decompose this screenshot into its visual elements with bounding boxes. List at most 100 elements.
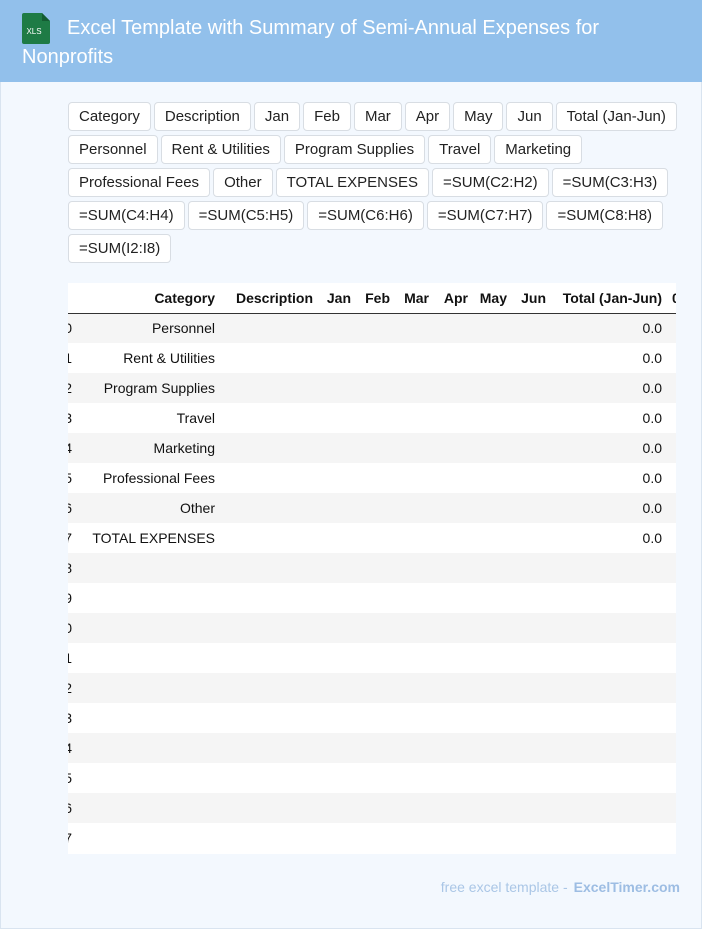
table-cell (220, 703, 318, 733)
table-cell (667, 313, 676, 343)
table-cell (473, 523, 512, 553)
table-row: 7 TOTAL EXPENSES 0.0 (68, 523, 676, 553)
table-cell (220, 433, 318, 463)
table-header-row: Category Description Jan Feb Mar Apr May Jun Tot… (68, 283, 676, 314)
table-cell (667, 373, 676, 403)
table-cell (473, 493, 512, 523)
tag-item[interactable]: =SUM(C7:H7) (426, 201, 544, 230)
table-cell: Rent & Utilities (123, 350, 215, 366)
table-row: 4 Marketing 0.0 (68, 433, 676, 463)
table-cell (667, 463, 676, 493)
tag-item[interactable]: Apr (404, 102, 451, 131)
table-cell (551, 703, 667, 733)
table-cell (356, 433, 395, 463)
table-cell (72, 583, 220, 613)
tag-item[interactable]: =SUM(I2:I8) (68, 234, 172, 263)
table-row: 2 Program Supplies 0.0 (68, 373, 676, 403)
table-cell (512, 493, 551, 523)
tag-item[interactable]: Feb (303, 102, 351, 131)
table-cell (318, 583, 356, 613)
table-cell (512, 463, 551, 493)
table-cell (667, 823, 676, 853)
table-cell (356, 793, 395, 823)
table-cell (318, 733, 356, 763)
table-cell (395, 793, 434, 823)
tag-item[interactable]: Mar (353, 102, 402, 131)
tag-item[interactable]: Jan (253, 102, 301, 131)
tag-item[interactable]: Other (213, 168, 273, 197)
table-cell: Personnel (72, 313, 220, 343)
tag-item[interactable]: Category (68, 102, 151, 131)
table-cell (551, 583, 667, 613)
table-cell (473, 463, 512, 493)
table-cell: 0.0 (551, 433, 667, 463)
tag-item[interactable]: Travel (428, 135, 492, 164)
table-cell (318, 403, 356, 433)
table-row: 6 Other 0.0 (68, 493, 676, 523)
table-cell (667, 433, 676, 463)
table-cell (434, 643, 473, 673)
table-cell (356, 463, 395, 493)
tag-item[interactable]: =SUM(C4:H4) (68, 201, 185, 230)
table-cell (473, 643, 512, 673)
table-cell (551, 823, 667, 853)
tag-item[interactable]: Total (Jan-Jun) (555, 102, 677, 131)
table-row: 5 Professional Fees 0.0 (68, 463, 676, 493)
table-cell (667, 703, 676, 733)
table-cell (318, 343, 356, 373)
table-cell (72, 823, 220, 853)
table-cell (434, 523, 473, 553)
table-cell (434, 373, 473, 403)
table-cell (318, 643, 356, 673)
table-cell (434, 403, 473, 433)
table-cell (473, 613, 512, 643)
table-cell (220, 463, 318, 493)
table-cell (395, 493, 434, 523)
table-cell (220, 673, 318, 703)
table-cell (512, 763, 551, 793)
table-cell: TOTAL EXPENSES (92, 530, 215, 546)
tag-item[interactable]: Jun (506, 102, 553, 131)
table-cell (72, 703, 220, 733)
table-cell (356, 733, 395, 763)
tag-item[interactable]: Program Supplies (283, 135, 426, 164)
table-cell (356, 523, 395, 553)
tag-item[interactable]: =SUM(C5:H5) (187, 201, 305, 230)
table-cell: 0.0 (642, 470, 662, 486)
table-cell (512, 433, 551, 463)
tag-item[interactable]: =SUM(C6:H6) (307, 201, 424, 230)
tag-item[interactable]: Marketing (494, 135, 583, 164)
table-cell (72, 643, 220, 673)
table-cell (512, 703, 551, 733)
tag-item[interactable]: Description (153, 102, 251, 131)
tag-item[interactable]: =SUM(C2:H2) (432, 168, 549, 197)
tag-item[interactable]: Professional Fees (68, 168, 211, 197)
table-cell (356, 823, 395, 853)
tag-item[interactable]: =SUM(C3:H3) (551, 168, 669, 197)
table-cell (667, 403, 676, 433)
table-cell (220, 493, 318, 523)
table-cell (318, 553, 356, 583)
column-header: Total (Jan-Jun) (551, 283, 667, 314)
table-cell (667, 583, 676, 613)
footer: free excel template - ExcelTimer.com (441, 879, 680, 895)
table-cell (220, 523, 318, 553)
tag-item[interactable]: Rent & Utilities (160, 135, 281, 164)
table-cell (667, 523, 676, 553)
tag-item[interactable]: =SUM(C8:H8) (546, 201, 664, 230)
table-cell (434, 733, 473, 763)
tag-item[interactable]: Personnel (68, 135, 158, 164)
tag-item[interactable]: TOTAL EXPENSES (275, 168, 430, 197)
table-cell (72, 793, 220, 823)
table-cell: 0.0 (551, 313, 667, 343)
column-header: Mar (395, 283, 434, 314)
table-cell (220, 553, 318, 583)
table-row: 0Personnel0.0 (68, 313, 676, 343)
tag-item[interactable]: May (453, 102, 504, 131)
table-cell (220, 313, 318, 343)
footer-brand-link[interactable]: ExcelTimer.com (574, 879, 680, 895)
table-cell (395, 703, 434, 733)
table-cell (318, 463, 356, 493)
table-cell (220, 403, 318, 433)
table-cell (551, 763, 667, 793)
